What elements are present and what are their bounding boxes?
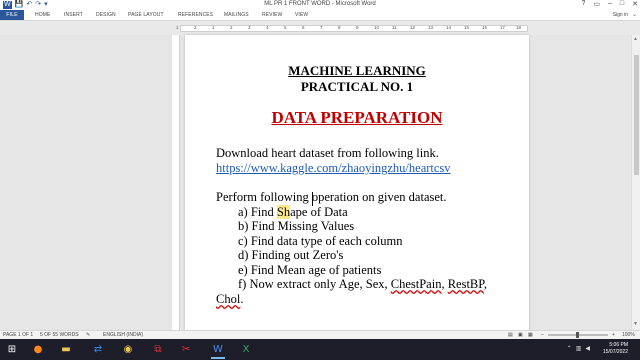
scroll-up-icon[interactable]: ▲ (633, 36, 638, 42)
ruler-tick: 5 (284, 25, 287, 30)
doc-list-item-f-period: . (240, 292, 244, 306)
taskbar-clock[interactable]: 5:06 PM 15/07/2022 (603, 342, 628, 356)
tab-home[interactable]: HOME (35, 12, 50, 18)
ruler-tick: 4 (266, 25, 269, 30)
ruler-tick: 8 (338, 25, 341, 30)
doc-list-item-f-continued: Chol. (216, 292, 243, 307)
zoom-in-icon[interactable]: + (612, 332, 615, 338)
doc-list-item-a-text: a) Find Shape of Data (238, 205, 348, 219)
tab-design[interactable]: DESIGN (96, 12, 116, 18)
doc-perform-paragraph: Perform following operation on given dat… (216, 190, 447, 204)
title-bar: W 💾 ↶ ↷ ▾ ML PR 1 FRONT WORD - Microsoft… (0, 0, 640, 10)
teamviewer-icon[interactable]: ⇄ (90, 342, 106, 357)
ruler-tick: 2 (230, 25, 233, 30)
system-tray: ⌃ ▥ ◀ (567, 345, 590, 352)
ruler-tick: 9 (356, 25, 359, 30)
language-status[interactable]: ENGLISH (INDIA) (103, 332, 143, 338)
clock-date: 15/07/2022 (602, 349, 628, 355)
spelling-flag-restbp[interactable]: RestBP (448, 277, 484, 291)
spelling-flag-chol[interactable]: Chol (216, 292, 240, 306)
tab-insert[interactable]: INSERT (64, 12, 83, 18)
chrome-icon[interactable]: ◉ (120, 342, 136, 357)
window-title: ML PR 1 FRONT WORD - Microsoft Word (264, 1, 376, 7)
doc-dataset-link[interactable]: https://www.kaggle.com/zhaoyingzhu/heart… (216, 161, 451, 176)
taskbar: ⊞ ● ▬ ⇄ ◉ ⧉ ✂ W X ⌃ ▥ ◀ 5:06 PM 15/07/20… (0, 339, 640, 360)
scrollbar-thumb[interactable] (634, 55, 639, 175)
expand-ribbon-icon[interactable]: ⌄ (632, 11, 637, 18)
ruler-tick: 16 (482, 25, 488, 30)
text-selection-highlight: Sh (276, 205, 291, 219)
zoom-slider-knob[interactable] (576, 332, 579, 338)
doc-list-item-f-prefix: f) Now extract only Age, Sex, (238, 277, 391, 291)
volume-icon[interactable]: ◀ (585, 345, 590, 352)
ruler-tick: 2 (194, 25, 197, 30)
vertical-ruler[interactable] (172, 35, 180, 330)
doc-heading-section: DATA PREPARATION (271, 108, 443, 127)
ruler-tick: 1 (176, 25, 179, 30)
ribbon-tabs: FILE HOME INSERT DESIGN PAGE LAYOUT REFE… (0, 10, 640, 21)
doc-list-item-a: a) Find Shape of Data (238, 205, 348, 220)
word-count-status[interactable]: 5 OF 55 WORDS (40, 332, 79, 338)
ribbon-display-icon[interactable]: ▭ (593, 0, 600, 8)
ruler-tick: 7 (320, 25, 323, 30)
tab-review[interactable]: REVIEW (262, 12, 282, 18)
print-layout-icon[interactable]: ▣ (518, 332, 523, 338)
show-hidden-icons-icon[interactable]: ⌃ (567, 345, 572, 352)
doc-heading-title: MACHINE LEARNING (288, 63, 426, 78)
doc-list-item-f: f) Now extract only Age, Sex, ChestPain,… (238, 277, 487, 292)
tab-mailings[interactable]: MAILINGS (224, 12, 249, 18)
text-cursor (312, 192, 313, 206)
tab-page-layout[interactable]: PAGE LAYOUT (128, 12, 164, 18)
minimize-button[interactable]: – (608, 0, 612, 8)
ruler-tick: 6 (302, 25, 305, 30)
firefox-icon[interactable]: ● (30, 342, 46, 357)
sign-in-link[interactable]: Sign in (613, 12, 628, 18)
zoom-out-icon[interactable]: – (541, 332, 544, 338)
close-button[interactable]: ✕ (632, 0, 638, 8)
doc-list-item-d: d) Finding out Zero's (238, 248, 344, 262)
excel-taskbar-icon[interactable]: X (238, 342, 254, 357)
web-layout-icon[interactable]: ▦ (528, 332, 533, 338)
zoom-slider[interactable] (548, 332, 608, 338)
window-controls: ? ▭ – □ ✕ (581, 0, 638, 8)
ruler-tick: 3 (248, 25, 251, 30)
doc-list-item-c: c) Find data type of each column (238, 234, 403, 248)
pdf-reader-icon[interactable]: ⧉ (150, 342, 166, 357)
tab-view[interactable]: VIEW (295, 12, 308, 18)
ruler-tick: 11 (392, 25, 397, 30)
doc-list-item-f-comma: , (483, 277, 487, 291)
ruler-tick: 12 (410, 25, 416, 30)
doc-heading-practical: PRACTICAL NO. 1 (300, 79, 414, 94)
horizontal-ruler[interactable]: 1 2 1 2 3 4 5 6 7 8 9 10 11 12 13 14 15 … (0, 21, 640, 36)
word-taskbar-icon[interactable]: W (210, 342, 226, 359)
ruler-tick: 1 (212, 25, 215, 30)
zoom-level[interactable]: 100% (622, 332, 635, 338)
page-count-status[interactable]: PAGE 1 OF 1 (3, 332, 33, 338)
document-workspace: MACHINE LEARNING PRACTICAL NO. 1 DATA PR… (0, 35, 640, 330)
ruler-tick: 18 (516, 25, 522, 30)
doc-list-item-e: e) Find Mean age of patients (238, 263, 382, 277)
help-icon[interactable]: ? (581, 0, 585, 8)
document-page[interactable]: MACHINE LEARNING PRACTICAL NO. 1 DATA PR… (185, 35, 529, 330)
network-icon[interactable]: ▥ (576, 345, 582, 352)
start-button[interactable]: ⊞ (4, 342, 20, 357)
clock-time: 5:06 PM (609, 342, 628, 348)
ruler-tick: 14 (446, 25, 452, 30)
ruler-tick: 10 (374, 25, 380, 30)
tab-references[interactable]: REFERENCES (178, 12, 213, 18)
maximize-button[interactable]: □ (620, 0, 624, 8)
tab-file[interactable]: FILE (0, 10, 24, 20)
doc-list-item-b: b) Find Missing Values (238, 219, 355, 233)
scroll-down-icon[interactable]: ▼ (633, 321, 638, 327)
vertical-scrollbar[interactable]: ▲ ▼ (631, 35, 640, 330)
doc-download-paragraph: Download heart dataset from following li… (216, 146, 439, 160)
proofing-icon[interactable]: ✎ (86, 332, 90, 338)
ruler-tick: 17 (500, 25, 506, 30)
snipping-tool-icon[interactable]: ✂ (178, 342, 194, 357)
read-mode-icon[interactable]: ▤ (508, 332, 513, 338)
file-explorer-icon[interactable]: ▬ (58, 342, 74, 357)
spelling-flag-chestpain[interactable]: ChestPain (391, 277, 442, 291)
ruler-tick: 13 (428, 25, 434, 30)
ruler-tick: 15 (464, 25, 470, 30)
